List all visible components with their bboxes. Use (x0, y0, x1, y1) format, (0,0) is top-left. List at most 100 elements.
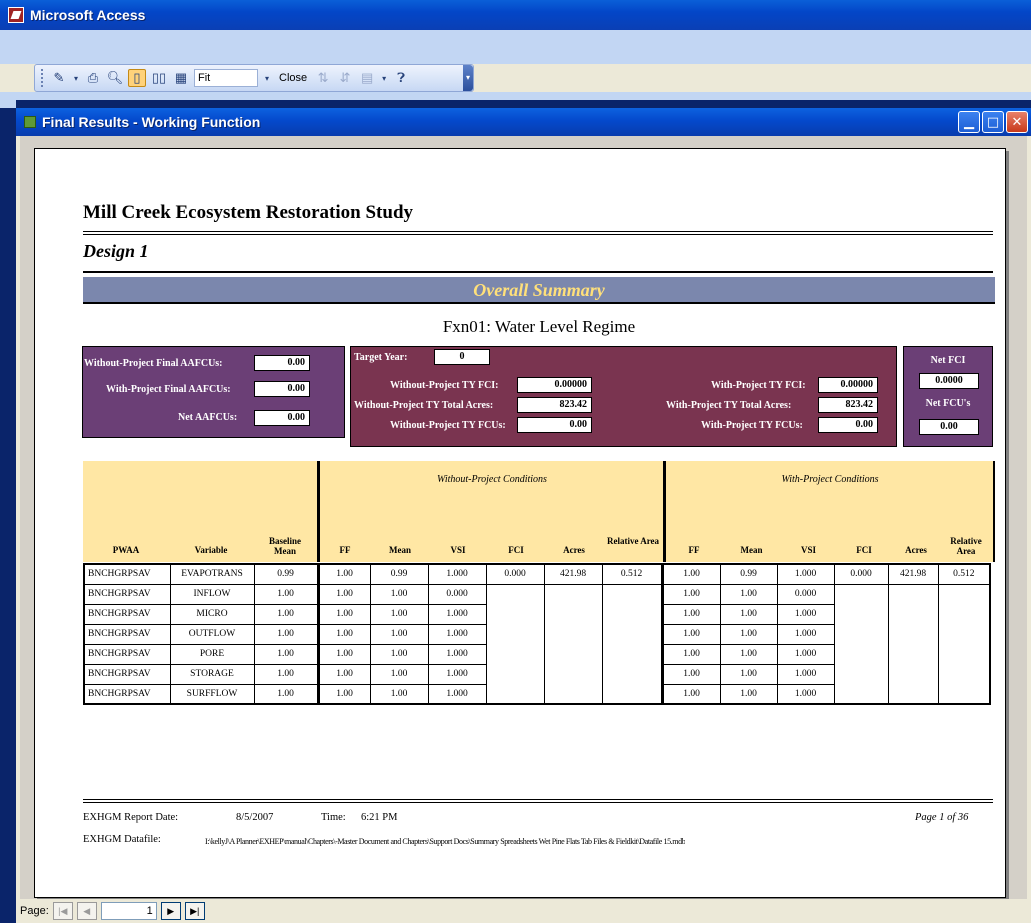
cell-w-rel (937, 604, 991, 624)
cell-wo-ff: 1.00 (317, 683, 371, 705)
with-final-aafcus-label: With-Project Final AAFCUs: (106, 384, 231, 395)
close-window-button[interactable]: ✕ (1006, 111, 1028, 133)
table-row: BNCHGRPSAV MICRO 1.00 1.00 1.00 1.000 1.00 1.00… (83, 603, 991, 625)
office-links-icon[interactable]: ▤ (358, 69, 376, 87)
next-page-button[interactable]: ▶ (160, 902, 181, 920)
net-aafcus-label: Net AAFCUs: (178, 412, 238, 423)
cell-wo-fci (485, 644, 544, 664)
without-final-aafcus-value: 0.00 (254, 355, 310, 371)
cell-wo-ff: 1.00 (317, 643, 371, 665)
office-links-dropdown-icon[interactable]: ▾ (380, 69, 388, 87)
cell-wo-vsi: 1.000 (427, 603, 487, 625)
cell-w-mean: 1.00 (719, 623, 778, 645)
cell-wo-ff: 1.00 (317, 623, 371, 645)
cell-w-rel (937, 624, 991, 644)
cell-wo-acres (543, 624, 602, 644)
header-wo-vsi: VSI (450, 545, 466, 555)
cell-w-rel (937, 684, 991, 704)
help-icon[interactable]: ❓︎ (392, 69, 410, 87)
cell-wo-rel (601, 624, 664, 644)
cell-wo-acres (543, 584, 602, 604)
cell-pwaa: BNCHGRPSAV (83, 683, 171, 705)
cell-variable: SURFFLOW (169, 683, 255, 705)
app-title: Microsoft Access (30, 7, 146, 23)
cell-wo-fci (485, 624, 544, 644)
record-navigation-bar: Page: |◀ ◀ 1 ▶ ▶| (16, 899, 1031, 923)
cell-pwaa: BNCHGRPSAV (83, 603, 171, 625)
cell-w-acres (887, 664, 938, 684)
one-page-icon[interactable]: ▯ (128, 69, 146, 87)
design-rule (83, 271, 993, 273)
multiple-pages-icon[interactable]: ▦ (172, 69, 190, 87)
main-titlebar[interactable]: Microsoft Access (0, 0, 1031, 30)
first-page-button[interactable]: |◀ (52, 902, 73, 920)
header-w-mean: Mean (740, 545, 763, 555)
cell-wo-acres (543, 664, 602, 684)
previous-page-button[interactable]: ◀ (76, 902, 97, 920)
without-ty-acres-label: Without-Project TY Total Acres: (354, 400, 494, 411)
cell-w-acres (887, 604, 938, 624)
overall-summary-banner: Overall Summary (83, 277, 995, 304)
cell-w-fci (833, 584, 888, 604)
cell-w-vsi: 1.000 (776, 603, 835, 625)
mdi-background (16, 100, 1031, 108)
cell-w-acres (887, 644, 938, 664)
window-controls: ▁ □ ✕ (958, 111, 1028, 133)
without-ty-acres-value: 823.42 (517, 397, 592, 413)
cell-wo-fci (485, 664, 544, 684)
net-fci-value: 0.0000 (919, 373, 979, 389)
last-page-button[interactable]: ▶| (184, 902, 205, 920)
table-row: BNCHGRPSAV EVAPOTRANS 0.99 1.00 0.99 1.000 0.0… (83, 563, 991, 585)
cell-w-mean: 1.00 (719, 643, 778, 665)
net-aafcus-value: 0.00 (254, 410, 310, 426)
preview-viewport[interactable]: Mill Creek Ecosystem Restoration Study D… (20, 136, 1027, 899)
sort-ascending-icon[interactable]: ⇅ (314, 69, 332, 87)
minimize-button[interactable]: ▁ (958, 111, 980, 133)
view-icon[interactable]: ✎ (50, 69, 68, 87)
datafile-label: EXHGM Datafile: (83, 834, 161, 845)
cell-wo-rel (601, 684, 664, 704)
sort-descending-icon[interactable]: ⇵ (336, 69, 354, 87)
cell-wo-ff: 1.00 (317, 663, 371, 685)
toolbar-options-icon[interactable]: ▾ (463, 65, 473, 91)
cell-w-mean: 0.99 (719, 563, 778, 585)
report-icon[interactable] (24, 116, 36, 128)
without-ty-fcus-label: Without-Project TY FCUs: (390, 420, 506, 431)
maximize-button[interactable]: □ (982, 111, 1004, 133)
access-app-icon[interactable] (8, 7, 24, 23)
cell-w-acres: 421.98 (887, 563, 939, 585)
two-pages-icon[interactable]: ▯▯ (150, 69, 168, 87)
cell-wo-rel (601, 584, 664, 604)
table-body: BNCHGRPSAV EVAPOTRANS 0.99 1.00 0.99 1.000 0.0… (83, 563, 991, 705)
cell-wo-ff: 1.00 (317, 563, 371, 585)
cell-w-vsi: 0.000 (776, 583, 835, 605)
header-wo-mean: Mean (389, 545, 411, 555)
cell-wo-rel (601, 664, 664, 684)
toolbar-grip[interactable] (41, 69, 44, 87)
cell-w-ff: 1.00 (661, 683, 721, 705)
cell-w-fci (833, 684, 888, 704)
function-title: Fxn01: Water Level Regime (442, 317, 636, 336)
page-label: Page: (20, 905, 49, 917)
report-window-titlebar[interactable]: Final Results - Working Function ▁ □ ✕ (16, 108, 1031, 136)
table-row: BNCHGRPSAV INFLOW 1.00 1.00 1.00 0.000 1.00 1.0… (83, 583, 991, 605)
aafcu-summary-box: Without-Project Final AAFCUs: 0.00 With-… (82, 346, 345, 438)
close-button[interactable]: Close (276, 72, 310, 84)
datafile-path: I:\kellyJ\A Planner\EXHEP\manual\Chapter… (205, 837, 686, 846)
header-w-vsi: VSI (800, 545, 816, 555)
table-row: BNCHGRPSAV PORE 1.00 1.00 1.00 1.000 1.00 1.00 1… (83, 643, 991, 665)
view-dropdown-icon[interactable]: ▾ (72, 69, 80, 87)
page-number-input[interactable]: 1 (100, 902, 157, 920)
net-fci-box: Net FCI 0.0000 Net FCU's 0.00 (903, 346, 993, 447)
zoom-icon[interactable]: 🔍︎ (106, 69, 124, 87)
print-icon[interactable]: ⎙ (84, 69, 102, 87)
zoom-combo[interactable]: Fit (194, 69, 258, 87)
page-count: Page 1 of 36 (915, 812, 969, 823)
report-date-value: 8/5/2007 (236, 812, 274, 823)
cell-wo-mean: 1.00 (369, 683, 429, 705)
cell-w-acres (887, 624, 938, 644)
cell-w-ff: 1.00 (661, 603, 721, 625)
zoom-dropdown-icon[interactable]: ▾ (262, 69, 272, 87)
cell-wo-fci: 0.000 (485, 563, 545, 585)
cell-w-rel (937, 644, 991, 664)
